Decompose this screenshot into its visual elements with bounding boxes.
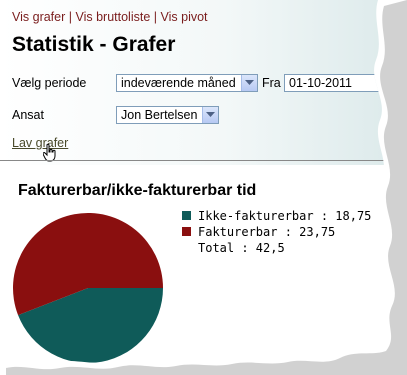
legend-item-total: Total : 42,5 [182, 240, 371, 256]
employee-select-value: Jon Bertelsen [121, 108, 198, 122]
legend-label: Ikke-fakturerbar : 18,75 [198, 209, 372, 223]
nav-separator: | [68, 10, 72, 24]
chart-title: Fakturerbar/ikke-fakturerbar tid [18, 182, 257, 199]
employee-label: Ansat [12, 108, 44, 122]
link-vis-bruttoliste[interactable]: Vis bruttoliste [75, 10, 150, 24]
from-label: Fra [262, 76, 281, 90]
pie-chart [0, 200, 180, 375]
page-title: Statistik - Grafer [12, 33, 176, 56]
chevron-down-icon[interactable] [241, 75, 257, 91]
link-vis-pivot[interactable]: Vis pivot [161, 10, 208, 24]
period-select-value: indeværende måned [121, 76, 236, 90]
period-label: Vælg periode [12, 76, 87, 90]
legend-swatch [182, 211, 191, 220]
legend-label: Fakturerbar : 23,75 [198, 225, 336, 239]
chevron-down-icon[interactable] [202, 107, 218, 123]
legend-item-ikke-fakturerbar: Ikke-fakturerbar : 18,75 [182, 208, 371, 224]
legend-swatch [182, 227, 191, 236]
section-divider [0, 160, 407, 161]
employee-select[interactable]: Jon Bertelsen [116, 106, 219, 124]
link-vis-grafer[interactable]: Vis grafer [12, 10, 65, 24]
period-select[interactable]: indeværende måned [116, 74, 258, 92]
legend-item-fakturerbar: Fakturerbar : 23,75 [182, 224, 371, 240]
lav-grafer-link[interactable]: Lav grafer [12, 136, 68, 150]
page-content: Vis grafer | Vis bruttoliste | Vis pivot… [0, 0, 407, 375]
top-navigation: Vis grafer | Vis bruttoliste | Vis pivot [12, 10, 208, 24]
chart-legend: Ikke-fakturerbar : 18,75 Fakturerbar : 2… [182, 208, 371, 256]
legend-label: Total : 42,5 [198, 241, 285, 255]
screenshot-frame: Vis grafer | Vis bruttoliste | Vis pivot… [0, 0, 407, 375]
nav-separator: | [153, 10, 158, 24]
